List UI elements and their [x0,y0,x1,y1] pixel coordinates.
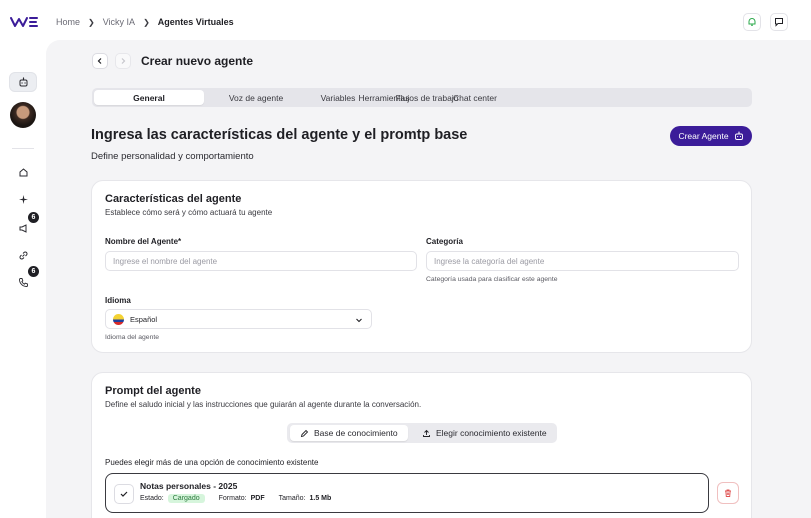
link-icon [19,251,27,259]
multi-select-note: Puedes elegir más de una opción de conoc… [105,458,319,467]
messages-button[interactable] [770,13,788,31]
segment-label: Base de conocimiento [314,428,398,438]
sidebar-item-agents[interactable] [9,72,37,92]
size-label: Tamaño: [278,495,306,502]
segment-label: Elegir conocimiento existente [436,428,547,438]
forward-button[interactable] [115,53,131,69]
notifications-button[interactable] [743,13,761,31]
sidebar-divider [12,148,34,149]
chevron-down-icon [356,318,362,323]
breadcrumb: Home ❯ Vicky IA ❯ Agentes Virtuales [56,17,234,27]
phone-icon [18,277,28,287]
sidebar-item-ai[interactable] [9,189,37,209]
file-checkbox[interactable] [114,484,134,504]
format-label: Formato: [218,495,247,502]
chat-icon [775,18,783,27]
card-title: Características del agente [105,193,242,205]
knowledge-file-item[interactable]: Notas personales - 2025 Estado: Cargado … [105,473,709,513]
bot-icon [19,76,27,86]
file-name: Notas personales - 2025 [140,481,238,491]
category-label: Categoría [426,237,463,246]
format-value: PDF [250,495,265,502]
knowledge-segmented-control: Base de conocimiento Elegir conocimiento… [287,423,557,443]
bot-icon [734,131,743,140]
sidebar: 6 6 [0,42,46,518]
section-heading: Ingresa las características del agente y… [91,127,468,143]
language-label: Idioma [105,296,131,305]
trash-icon [725,489,731,497]
upload-icon [423,429,430,437]
characteristics-card: Características del agente Establece cóm… [91,180,752,353]
sidebar-item-calls[interactable]: 6 [9,266,39,292]
tab-voz[interactable]: Voz de agente [229,90,283,105]
megaphone-icon [19,223,26,233]
chevron-right-icon: ❯ [143,17,150,27]
chevron-right-icon [121,58,126,64]
status-label: Estado: [140,495,164,502]
status-badge: Cargado [167,494,205,503]
tab-general[interactable]: General [94,90,204,105]
top-bar: Home ❯ Vicky IA ❯ Agentes Virtuales [0,0,811,42]
tab-variables[interactable]: Variables [320,90,356,105]
home-icon [19,167,27,176]
logo-icon[interactable] [10,16,38,28]
tab-chat-center[interactable]: Chat center [450,90,500,105]
language-hint: Idioma del agente [105,334,160,341]
breadcrumb-home[interactable]: Home [56,17,80,27]
breadcrumb-vicky[interactable]: Vicky IA [103,17,135,27]
card-title: Prompt del agente [105,385,201,397]
category-hint: Categoría usada para clasificar este age… [426,276,558,283]
pencil-icon [300,429,309,437]
agent-name-label: Nombre del Agente* [105,237,182,246]
page-title: Crear nuevo agente [141,54,254,68]
check-icon [120,491,128,497]
chevron-left-icon [97,58,102,64]
notification-badge: 6 [28,212,39,223]
main-content: Crear nuevo agente General Voz de agente… [46,40,811,518]
chevron-right-icon: ❯ [88,17,95,27]
sidebar-item-integrations[interactable] [9,245,37,265]
size-value: 1.5 Mb [309,495,332,502]
segment-knowledge-base[interactable]: Base de conocimiento [290,425,408,441]
breadcrumb-current: Agentes Virtuales [157,17,234,27]
tab-flujos[interactable]: Flujos de trabajo [396,90,459,105]
back-button[interactable] [92,53,108,69]
agent-name-input[interactable]: Ingrese el nombre del agente [105,251,417,271]
tab-bar: General Voz de agente Variables Herramie… [92,88,752,107]
create-agent-button[interactable]: Crear Agente [670,126,752,146]
notification-badge: 6 [28,266,39,277]
language-select[interactable]: Español [105,309,372,329]
bell-icon [748,18,756,26]
prompt-card: Prompt del agente Define el saludo inici… [91,372,752,518]
card-subtitle: Establece cómo será y cómo actuará tu ag… [105,208,273,217]
sidebar-item-campaigns[interactable]: 6 [9,212,39,238]
delete-file-button[interactable] [717,482,739,504]
sidebar-item-home[interactable] [9,162,37,182]
section-subheading: Define personalidad y comportamiento [91,151,254,162]
language-value: Español [130,314,158,324]
category-input[interactable]: Ingrese la categoría del agente [426,251,739,271]
create-agent-label: Crear Agente [678,131,729,141]
colombia-flag-icon [113,313,124,325]
avatar[interactable] [10,102,36,128]
card-subtitle: Define el saludo inicial y las instrucci… [105,400,422,409]
segment-existing-knowledge[interactable]: Elegir conocimiento existente [422,425,547,441]
file-meta: Estado: Cargado Formato: PDF Tamaño: 1.5… [140,494,331,503]
sparkle-icon [18,194,28,204]
